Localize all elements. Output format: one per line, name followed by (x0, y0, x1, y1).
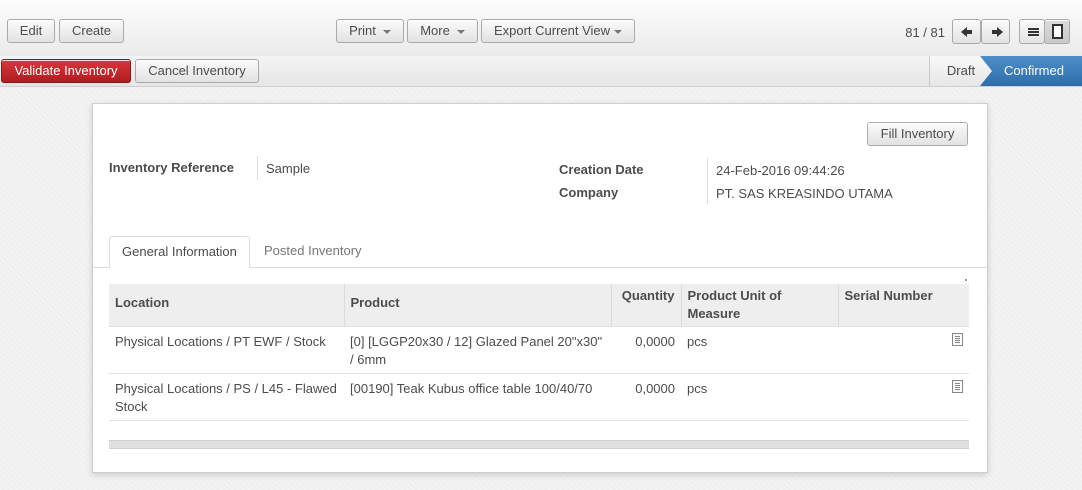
export-label: Export Current View (493, 23, 611, 38)
tab-posted-inventory[interactable]: Posted Inventory (252, 236, 374, 268)
tab-scroll-indicator (965, 279, 967, 281)
creation-date-label: Creation Date (559, 162, 644, 177)
list-view-button[interactable] (1019, 19, 1045, 44)
field-separator (257, 156, 258, 180)
table-header-row: Location Product Quantity Product Unit o… (109, 284, 969, 327)
document-icon[interactable] (952, 380, 963, 393)
column-header-quantity[interactable]: Quantity (611, 284, 682, 327)
field-separator (707, 158, 708, 204)
table-row[interactable]: Physical Locations / PT EWF / Stock [0] … (109, 326, 969, 374)
table-end-line (109, 420, 969, 422)
top-toolbar: Edit Create Print More Export Current Vi… (0, 0, 1082, 57)
stage-confirmed: Confirmed (980, 56, 1082, 86)
column-header-uom[interactable]: Product Unit of Measure (681, 284, 839, 327)
company-field: PT. SAS KREASINDO UTAMA (716, 186, 893, 201)
tab-general-information[interactable]: General Information (109, 236, 250, 268)
form-view-button[interactable] (1044, 19, 1070, 44)
fill-inventory-button[interactable]: Fill Inventory (867, 122, 968, 146)
document-icon[interactable] (952, 333, 963, 346)
list-view-icon (1028, 28, 1039, 36)
print-label: Print (349, 23, 376, 38)
form-sheet: Fill Inventory Inventory Reference Sampl… (92, 103, 988, 473)
table-footer (109, 440, 969, 449)
cell-uom: pcs (681, 326, 838, 374)
cell-location: Physical Locations / PS / L45 - Flawed S… (109, 373, 344, 421)
cell-product: [00190] Teak Kubus office table 100/40/7… (344, 373, 611, 421)
chevron-down-icon (456, 29, 465, 34)
company-label: Company (559, 185, 619, 200)
chevron-down-icon (382, 29, 391, 34)
edit-button[interactable]: Edit (7, 19, 55, 43)
cell-location: Physical Locations / PT EWF / Stock (109, 326, 344, 374)
column-header-serial-number[interactable]: Serial Number (838, 284, 969, 327)
column-header-location[interactable]: Location (109, 284, 345, 327)
table-row[interactable]: Physical Locations / PS / L45 - Flawed S… (109, 373, 969, 421)
more-dropdown-button[interactable]: More (407, 19, 478, 43)
creation-date-field: 24-Feb-2016 09:44:26 (716, 163, 845, 178)
inventory-reference-field: Sample (266, 161, 311, 176)
create-button[interactable]: Create (59, 19, 124, 43)
inventory-reference-label: Inventory Reference (109, 160, 234, 175)
validate-inventory-button[interactable]: Validate Inventory (1, 59, 131, 83)
export-current-view-button[interactable]: Export Current View (481, 19, 635, 43)
arrow-right-icon (992, 27, 1003, 37)
cell-quantity: 0,0000 (611, 373, 681, 421)
arrow-left-icon (961, 27, 972, 37)
previous-record-button[interactable] (952, 19, 981, 44)
pager-counter[interactable]: 81 / 81 (895, 25, 945, 40)
cancel-inventory-button[interactable]: Cancel Inventory (135, 59, 259, 83)
print-dropdown-button[interactable]: Print (336, 19, 404, 43)
cell-serial-number (838, 326, 969, 374)
form-view-icon (1052, 24, 1063, 39)
cell-uom: pcs (681, 373, 838, 421)
status-bar: Validate Inventory Cancel Inventory Draf… (0, 56, 1082, 87)
cell-quantity: 0,0000 (611, 326, 681, 374)
stage-draft: Draft (929, 56, 992, 86)
next-record-button[interactable] (981, 19, 1010, 44)
column-header-product[interactable]: Product (344, 284, 612, 327)
chevron-down-icon (614, 29, 623, 34)
more-label: More (420, 23, 450, 38)
cell-serial-number (838, 373, 969, 421)
inventory-lines-table: Location Product Quantity Product Unit o… (109, 284, 969, 422)
cell-product: [0] [LGGP20x30 / 12] Glazed Panel 20"x30… (344, 326, 611, 374)
